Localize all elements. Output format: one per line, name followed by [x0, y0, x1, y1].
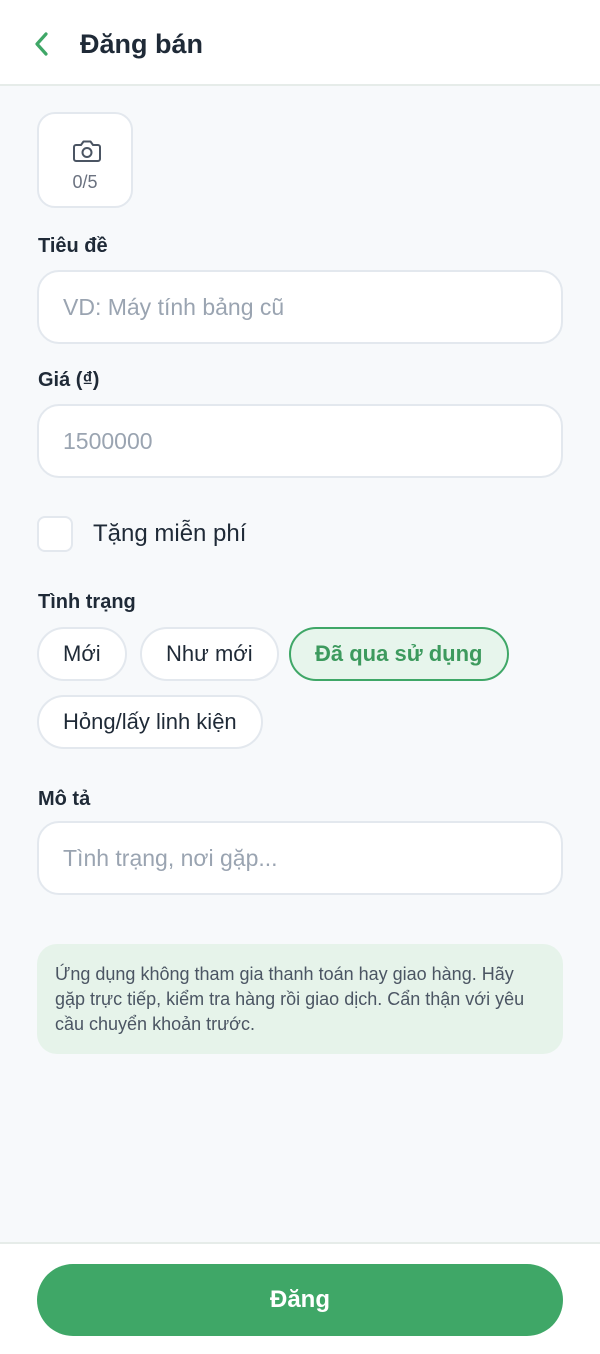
free-label: Tặng miễn phí: [93, 520, 247, 547]
add-photo-button[interactable]: 0/5: [37, 112, 133, 208]
condition-chip-like-new[interactable]: Như mới: [140, 627, 279, 681]
price-input[interactable]: [37, 404, 563, 478]
free-toggle[interactable]: Tặng miễn phí: [37, 516, 246, 552]
condition-chip-new[interactable]: Mới: [37, 627, 127, 681]
page-title: Đăng bán: [80, 29, 204, 59]
safety-notice: Ứng dụng không tham gia thanh toán hay g…: [37, 944, 563, 1054]
back-button[interactable]: [22, 24, 62, 64]
chevron-left-icon: [35, 32, 48, 56]
condition-label: Tình trạng: [38, 591, 136, 613]
description-input[interactable]: [37, 821, 563, 895]
footer-bar: Đăng: [0, 1242, 600, 1354]
submit-button[interactable]: Đăng: [37, 1264, 563, 1336]
free-checkbox[interactable]: [37, 516, 73, 552]
condition-chip-used[interactable]: Đã qua sử dụng: [289, 627, 509, 681]
title-input[interactable]: [37, 270, 563, 344]
app-header: Đăng bán: [0, 0, 600, 86]
description-label: Mô tả: [38, 788, 91, 810]
title-label: Tiêu đề: [38, 235, 108, 257]
condition-chip-broken[interactable]: Hỏng/lấy linh kiện: [37, 695, 263, 749]
photo-count: 0/5: [72, 172, 98, 192]
camera-icon: [73, 140, 101, 162]
price-label: Giá (₫): [38, 369, 100, 391]
